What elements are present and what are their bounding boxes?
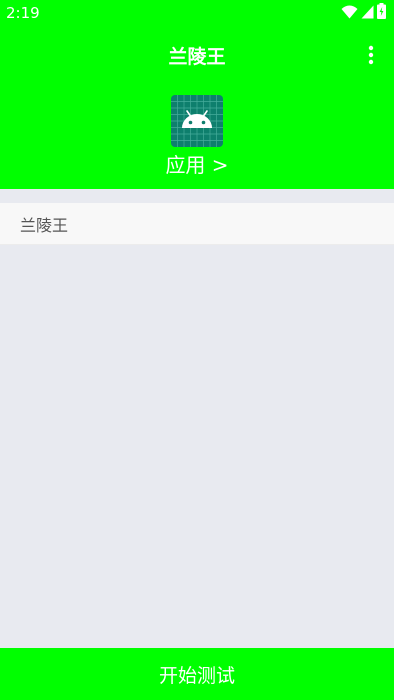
app-selector-link[interactable]: 应用 > <box>0 151 394 179</box>
signal-icon <box>361 4 374 23</box>
app-screen: 2:19 兰陵王 应用 > 兰陵王 开始测试 <box>0 0 394 700</box>
wifi-icon <box>341 4 358 23</box>
battery-icon <box>377 3 386 23</box>
more-options-button[interactable] <box>358 44 384 70</box>
list-item-label: 兰陵王 <box>20 215 69 235</box>
app-list: 兰陵王 <box>0 203 394 245</box>
more-vert-icon <box>368 45 374 69</box>
status-bar: 2:19 <box>0 0 394 26</box>
start-test-button[interactable]: 开始测试 <box>0 648 394 700</box>
status-icons <box>341 3 386 23</box>
list-item[interactable]: 兰陵王 <box>0 203 394 245</box>
status-time: 2:19 <box>6 4 40 22</box>
toolbar-title: 兰陵王 <box>168 46 226 68</box>
app-header: 2:19 兰陵王 应用 > <box>0 0 394 189</box>
android-app-icon[interactable] <box>171 95 223 147</box>
